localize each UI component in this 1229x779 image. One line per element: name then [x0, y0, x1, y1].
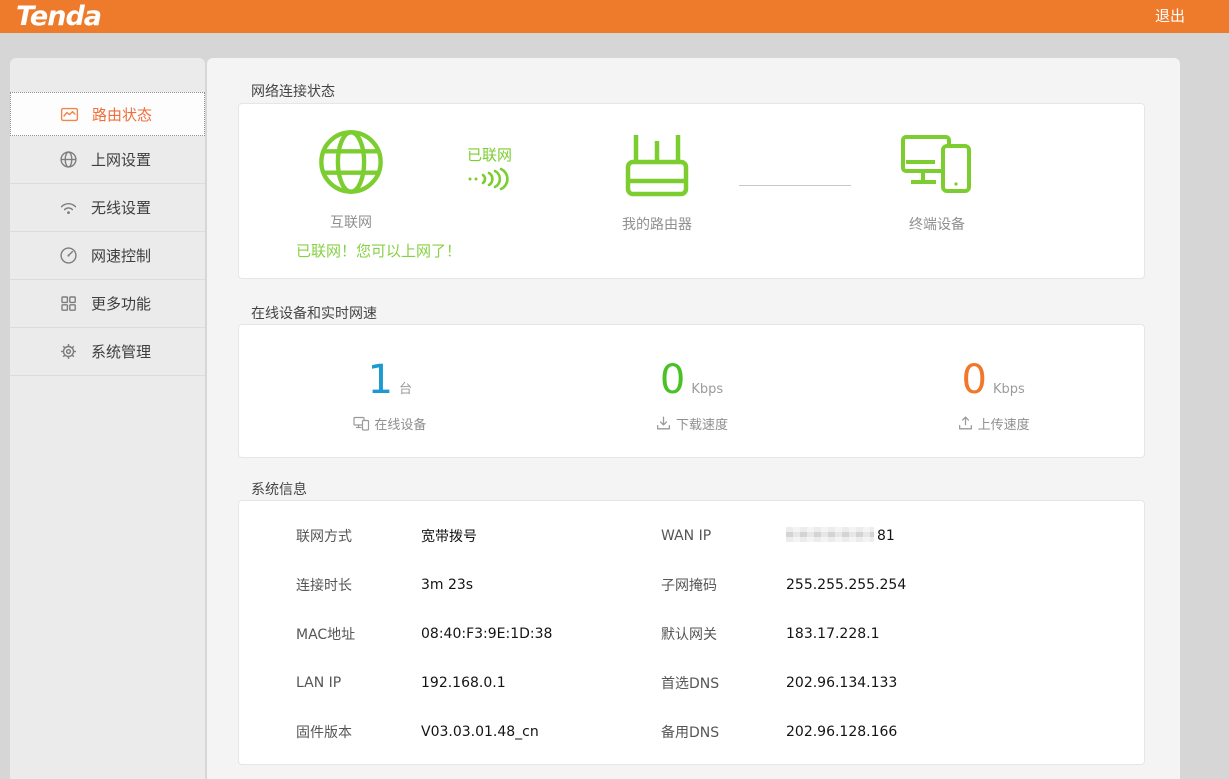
wan-ip-value: 81 [786, 527, 1144, 544]
upload-speed-value: 0 [962, 357, 987, 403]
subnet-mask-label: 子网掩码 [661, 575, 786, 595]
upload-speed-stat: 0 Kbps 上传速度 [842, 325, 1144, 457]
firmware-version-value: V03.03.01.48_cn [421, 724, 661, 740]
stats-section-title: 在线设备和实时网速 [251, 303, 377, 323]
logout-button[interactable]: 退出 [1155, 0, 1185, 33]
wifi-icon [59, 198, 78, 217]
download-speed-unit: Kbps [691, 382, 723, 397]
connection-section-title: 网络连接状态 [251, 81, 335, 101]
secondary-dns-label: 备用DNS [661, 722, 786, 742]
router-label: 我的路由器 [609, 214, 705, 234]
primary-dns-value: 202.96.134.133 [786, 675, 1144, 691]
system-info-card: 联网方式 宽带拨号 WAN IP 81 连接时长 3m 23s 子网掩码 255… [238, 500, 1145, 765]
terminal-devices-icon [901, 134, 973, 196]
subnet-mask-value: 255.255.255.254 [786, 577, 1144, 593]
system-info-row: 联网方式 宽带拨号 WAN IP 81 [239, 511, 1144, 560]
sidebar-item-system-management[interactable]: 系统管理 [10, 328, 205, 376]
lan-ip-label: LAN IP [296, 675, 421, 691]
sidebar-item-label: 无线设置 [91, 197, 151, 218]
default-gateway-value: 183.17.228.1 [786, 626, 1144, 642]
system-info-row: LAN IP 192.168.0.1 首选DNS 202.96.134.133 [239, 658, 1144, 707]
download-speed-stat: 0 Kbps 下载速度 [541, 325, 843, 457]
mac-address-label: MAC地址 [296, 624, 421, 644]
wan-ip-label: WAN IP [661, 528, 786, 544]
system-info-row: MAC地址 08:40:F3:9E:1D:38 默认网关 183.17.228.… [239, 609, 1144, 658]
online-devices-unit: 台 [399, 382, 412, 397]
sidebar-nav: 路由状态 上网设置 无线设置 [10, 58, 205, 779]
lan-ip-value: 192.168.0.1 [421, 675, 661, 691]
globe-icon [59, 150, 78, 169]
upload-speed-label: 上传速度 [978, 414, 1030, 433]
download-speed-value: 0 [660, 357, 685, 403]
devices-label: 终端设备 [901, 214, 973, 234]
wan-ip-masked-block [786, 527, 874, 542]
download-icon [655, 415, 672, 432]
speedometer-icon [59, 246, 78, 265]
sidebar-item-label: 上网设置 [91, 149, 151, 170]
sidebar-item-label: 网速控制 [91, 245, 151, 266]
signal-waves-icon [467, 164, 517, 196]
status-chart-icon [60, 105, 79, 124]
connection-message: 已联网！您可以上网了！ [296, 240, 461, 261]
primary-dns-label: 首选DNS [661, 673, 786, 693]
sidebar-item-internet-settings[interactable]: 上网设置 [10, 136, 205, 184]
upload-icon [957, 415, 974, 432]
sidebar-item-label: 更多功能 [91, 293, 151, 314]
gear-icon [59, 342, 78, 361]
download-speed-label: 下载速度 [676, 414, 728, 433]
tenda-logo: Tenda [16, 1, 101, 32]
connection-type-value: 宽带拨号 [421, 526, 661, 546]
default-gateway-label: 默认网关 [661, 624, 786, 644]
system-info-row: 固件版本 V03.03.01.48_cn 备用DNS 202.96.128.16… [239, 707, 1144, 756]
online-devices-value: 1 [368, 357, 393, 403]
connection-divider [739, 185, 851, 186]
sidebar-item-router-status[interactable]: 路由状态 [10, 92, 205, 136]
sidebar-item-more-functions[interactable]: 更多功能 [10, 280, 205, 328]
mac-address-value: 08:40:F3:9E:1D:38 [421, 626, 661, 642]
upload-speed-unit: Kbps [993, 382, 1025, 397]
grid-icon [59, 294, 78, 313]
uptime-label: 连接时长 [296, 575, 421, 595]
sidebar-item-speed-control[interactable]: 网速控制 [10, 232, 205, 280]
link-status-text: 已联网 [467, 144, 512, 165]
connection-type-label: 联网方式 [296, 526, 421, 546]
top-header-bar: Tenda 退出 [0, 0, 1229, 33]
firmware-version-label: 固件版本 [296, 722, 421, 742]
devices-mini-icon [353, 415, 370, 432]
online-devices-stat: 1台 在线设备 [239, 325, 541, 457]
sidebar-item-label: 路由状态 [92, 104, 152, 125]
main-content: 网络连接状态 互联网 已联网 [207, 58, 1180, 779]
uptime-value: 3m 23s [421, 577, 661, 593]
sidebar-item-label: 系统管理 [91, 341, 151, 362]
secondary-dns-value: 202.96.128.166 [786, 724, 1144, 740]
system-info-row: 连接时长 3m 23s 子网掩码 255.255.255.254 [239, 560, 1144, 609]
stats-card: 1台 在线设备 0 Kbps [238, 324, 1145, 458]
internet-globe-icon [317, 128, 385, 196]
internet-label: 互联网 [317, 212, 385, 232]
router-icon [624, 132, 690, 200]
connection-status-card: 互联网 已联网 我的路由器 [238, 103, 1145, 279]
online-devices-label: 在线设备 [374, 414, 426, 433]
sidebar-item-wireless-settings[interactable]: 无线设置 [10, 184, 205, 232]
system-section-title: 系统信息 [251, 479, 307, 499]
